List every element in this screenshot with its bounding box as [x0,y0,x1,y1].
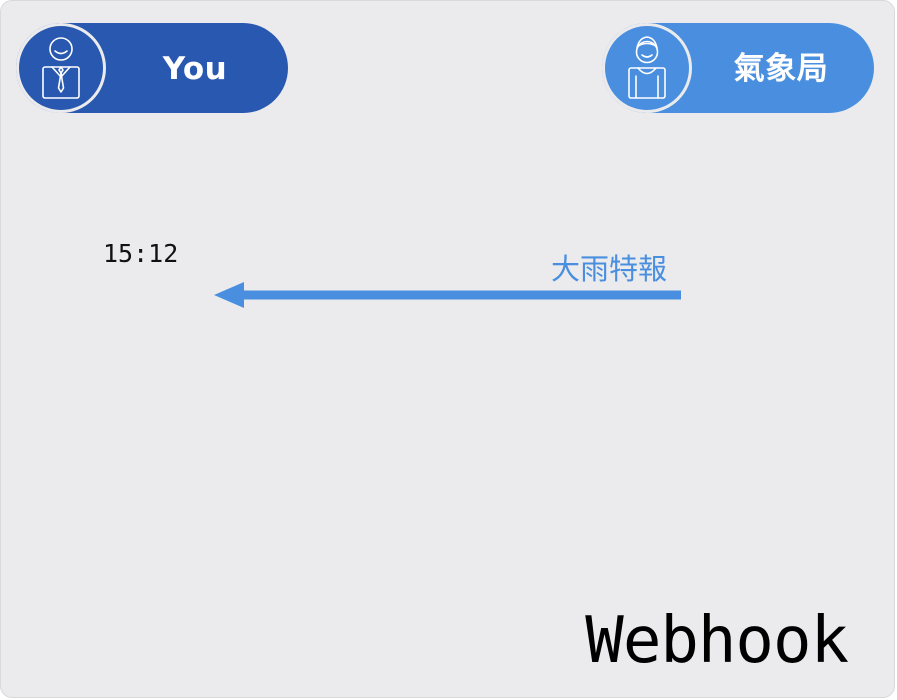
you-avatar [16,23,106,113]
footer-label: Webhook [585,604,849,678]
message-arrow [214,282,681,308]
participant-agency-label: 氣象局 [733,51,829,87]
agency-avatar [602,23,692,113]
diagram-panel: You 氣象局 15:12 大雨特報 Webhook [0,0,895,698]
male-user-icon [42,37,80,99]
participant-agency: 氣象局 [602,23,874,113]
participant-you-label: You [162,51,228,87]
message-timestamp: 15:12 [103,239,179,268]
female-user-icon [628,36,666,99]
participant-you: You [16,23,288,113]
